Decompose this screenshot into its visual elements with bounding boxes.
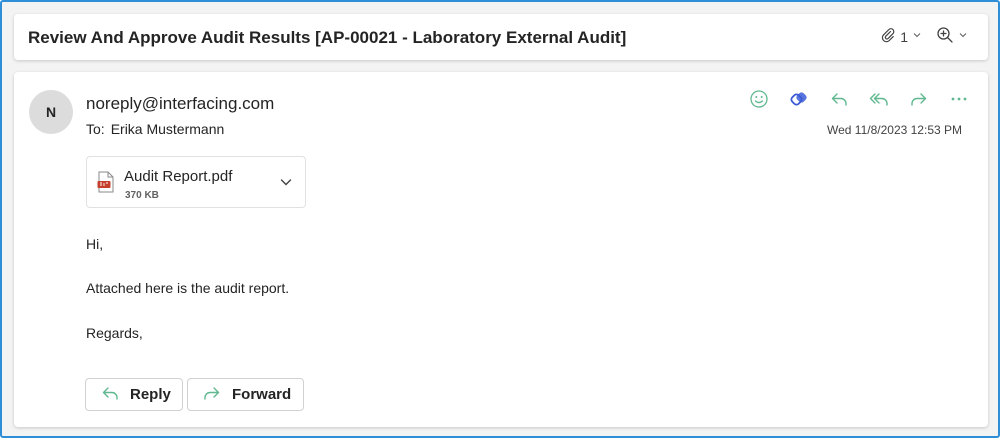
reply-icon (100, 383, 120, 407)
sender-address[interactable]: noreply@interfacing.com (86, 94, 274, 114)
more-icon[interactable] (948, 88, 970, 110)
attachments-dropdown[interactable]: 1 (880, 27, 922, 46)
body-paragraph: Attached here is the audit report. (86, 280, 290, 296)
recipient-name[interactable]: Erika Mustermann (111, 121, 225, 137)
forward-icon (202, 383, 222, 407)
forward-icon[interactable] (908, 88, 930, 110)
chevron-down-icon[interactable] (279, 175, 293, 194)
paperclip-icon (880, 27, 896, 46)
body-greeting: Hi, (86, 236, 104, 252)
attachment-name: Audit Report.pdf (124, 168, 233, 185)
zoom-in-icon (936, 26, 954, 47)
forward-button[interactable]: Forward (187, 378, 304, 411)
attachment-count: 1 (900, 28, 908, 45)
loop-icon[interactable] (788, 88, 810, 110)
recipients-line: To: Erika Mustermann (86, 121, 224, 137)
email-subject: Review And Approve Audit Results [AP-000… (28, 28, 627, 47)
to-label: To: (86, 121, 105, 137)
smiley-icon[interactable] (748, 88, 770, 110)
subject-bar: Review And Approve Audit Results [AP-000… (14, 14, 988, 60)
sent-date: Wed 11/8/2023 12:53 PM (827, 123, 962, 137)
attachment-card[interactable]: Audit Report.pdf 370 KB (86, 156, 306, 208)
window-frame: Review And Approve Audit Results [AP-000… (0, 0, 1000, 438)
reply-all-icon[interactable] (868, 88, 890, 110)
reply-icon[interactable] (828, 88, 850, 110)
forward-button-label: Forward (232, 386, 292, 403)
pdf-file-icon (97, 171, 115, 198)
reply-button[interactable]: Reply (85, 378, 183, 411)
message-card: N noreply@interfacing.com To: Erika Muste… (14, 72, 988, 427)
message-actions (748, 88, 970, 110)
attachment-size: 370 KB (125, 190, 159, 201)
subject-tools: 1 (880, 26, 968, 47)
zoom-dropdown[interactable] (936, 26, 968, 47)
chevron-down-icon (912, 30, 922, 43)
reply-button-label: Reply (130, 386, 171, 403)
chevron-down-icon (958, 30, 968, 43)
body-signoff: Regards, (86, 325, 143, 341)
avatar[interactable]: N (29, 90, 73, 134)
